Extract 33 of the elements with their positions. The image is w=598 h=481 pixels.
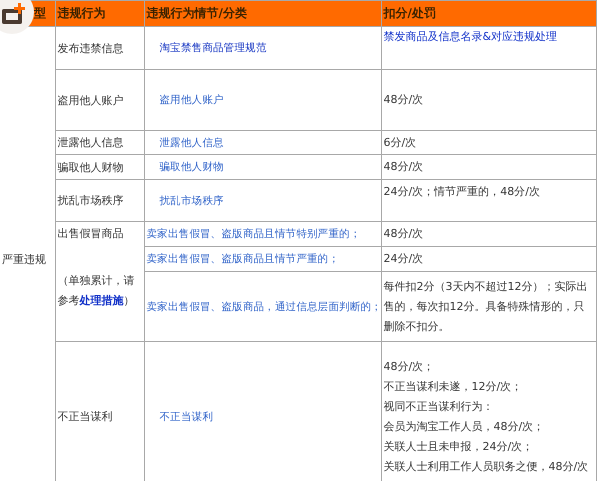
penalty-text: 6分/次 [384,134,418,150]
category-label: 严重违规 [2,252,46,266]
table-cell-text: 发布违禁信息 [58,40,124,56]
penalty-text: 48分/次； [384,358,436,374]
column-header: 扣分/处罚 [381,0,596,26]
column-header: 违规行为 [55,0,144,26]
table-cell-text: 骗取他人财物 [58,160,124,174]
measures-link[interactable]: 处理措施 [80,294,124,307]
penalty-text: 24分/次；情节严重的，48分/次 [384,184,541,200]
penalty-text: 每件扣2分（3天内不超过12分）；实际出售的，每次扣12分。具备特殊情形的，只删除不扣分。 [384,278,588,334]
detail-link[interactable]: 骗取他人财物 [160,161,224,173]
penalty-text: 关联人士利用工作人员职务之便，48分/次 [384,458,590,474]
penalty-text: 24分/次 [384,251,424,267]
detail-link[interactable]: 卖家出售假冒、盗版商品，通过信息层面判断的； [146,300,382,312]
penalty-text: 48分/次 [384,226,424,242]
penalty-text: 会员为淘宝工作人员，48分/次； [384,418,546,434]
detail-link[interactable]: 扰乱市场秩序 [160,194,224,206]
detail-link[interactable]: 淘宝禁售商品管理规范 [160,42,267,54]
table-cell-text: 不正当谋利 [58,409,114,424]
penalty-text: 48分/次 [384,92,424,108]
detail-link[interactable]: 不正当谋利 [160,410,214,422]
penalty-text: 关联人士且未申报，24分/次； [384,438,534,454]
table-cell-text: 出售假冒商品 [58,226,124,241]
detail-link[interactable]: 盗用他人账户 [160,94,224,106]
penalty-text: 48分/次 [384,159,424,175]
penalty-text: 不正当谋利未遂，12分/次； [384,378,524,394]
table-cell-text: 泄露他人信息 [58,135,124,150]
column-header: 违规行为情节/分类 [144,0,381,26]
penalty-text: 视同不正当谋利行为： [384,398,494,414]
table-cell-text: 扰乱市场秩序 [58,193,124,208]
detail-link[interactable]: 泄露他人信息 [160,136,224,148]
note-text: （单独累计，请参考处理措施） [58,273,136,309]
table-cell-text: 盗用他人账户 [58,92,124,108]
